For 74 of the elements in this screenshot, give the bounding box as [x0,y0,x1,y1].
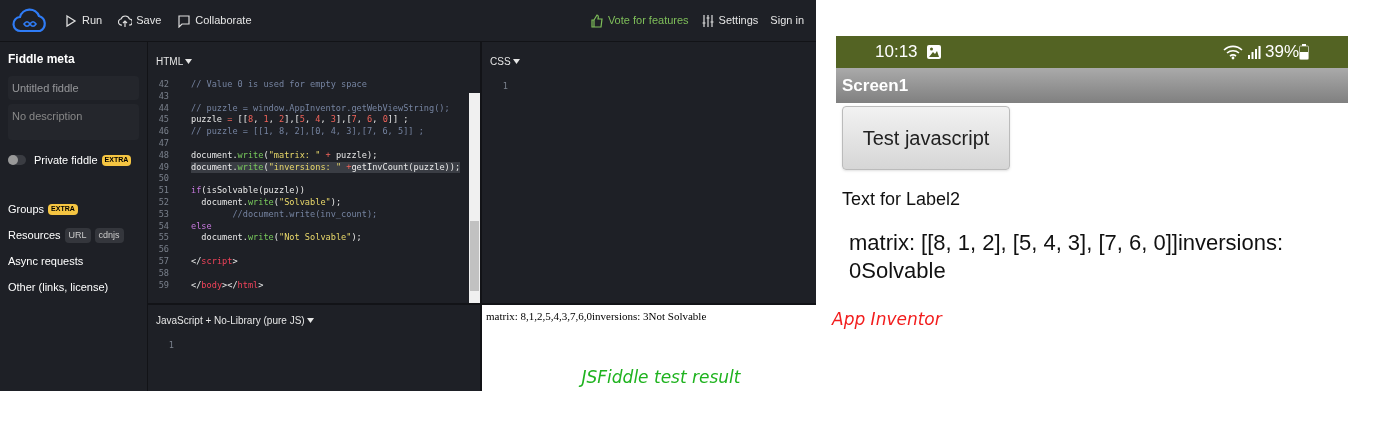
wifi-icon [1222,44,1243,60]
caret-icon [512,58,520,64]
scrollbar[interactable] [469,93,480,303]
description-field[interactable]: No description [8,104,139,140]
thumbs-up-icon [589,13,604,28]
status-time: 10:13 [875,41,918,64]
label-text: Text for Label2 [841,188,962,211]
code-line: if(isSolvable(puzzle)) [191,185,305,197]
app-title-bar: Screen1 [836,68,1348,103]
line-number: 51 [157,185,170,197]
code-line: </script> [191,255,238,268]
save-button[interactable]: Save [118,12,162,29]
collaborate-button[interactable]: Collaborate [177,12,252,29]
sidebar-item[interactable]: Resources [8,227,61,244]
code-line: document.write("Solvable"); [200,196,342,209]
line-number: 52 [157,196,170,209]
line-number: 45 [157,114,170,127]
sidebar-title: Fiddle meta [8,51,76,68]
signal-icon [1246,45,1261,59]
signin-button[interactable]: Sign in [770,12,804,29]
panel-language-menu[interactable]: JavaScript + No-Library (pure JS) [156,312,314,328]
line-number: 50 [157,173,170,186]
image-icon [925,44,942,60]
line-number: 42 [157,79,170,91]
title-field[interactable]: Untitled fiddle [8,76,139,100]
code-line: // puzzle = [[1, 8, 2],[0, 4, 3],[7, 6, 5]] ; [191,126,424,138]
code-line: document.write("Not Solvable"); [200,232,362,245]
cloud-logo-icon [12,7,48,34]
chat-bubble-icon [177,13,192,28]
code-line: // Value 0 is used for empty space [191,79,367,91]
resource-tag[interactable]: cdnjs [94,227,124,244]
code-line: puzzle = [[8, 1, 2],[5, 4, 3],[7, 6, 0]] ; [191,114,409,127]
line-number: 47 [157,138,170,150]
line-number: 56 [157,244,170,256]
cloud-upload-icon [118,13,133,28]
line-number: 55 [157,232,170,245]
annotation-caption: App Inventor [832,308,942,331]
code-line: document.write("matrix: " + puzzle); [191,149,378,162]
caret-icon [185,58,193,64]
code-line: </body></html> [191,279,264,292]
caret-icon [306,317,314,323]
line-number: 59 [157,279,170,292]
panel-language-menu[interactable]: CSS [490,53,520,69]
panel-language-menu[interactable]: HTML [156,53,193,69]
line-number: 49 [157,161,170,174]
play-icon [64,13,78,28]
run-button[interactable]: Run [64,12,103,29]
output-text: matrix: [[8, 1, 2], [5, 4, 3], [7, 6, 0]]inversions: 0Solvable [848,229,1285,285]
sliders-icon [700,13,715,28]
sidebar-item[interactable]: Other (links, license) [8,279,109,296]
line-number: 43 [157,90,170,103]
line-number: 46 [157,126,170,138]
line-number: 1 [167,339,174,352]
code-line: else [191,220,212,233]
line-number: 44 [157,102,170,115]
result-text: matrix: 8,1,2,5,4,3,7,6,0inversions: 3Not Solvable [485,309,708,324]
sidebar-item[interactable]: Groups [8,201,45,218]
toggle-switch[interactable] [8,155,26,166]
resource-tag[interactable]: URL [64,227,91,244]
code-line: //document.write(inv_count); [231,208,378,221]
line-number: 54 [157,220,170,233]
code-line: // puzzle = window.AppInventor.getWebViewString(); [191,102,450,115]
settings-button[interactable]: Settings [700,12,759,29]
line-number: 53 [157,208,170,221]
line-number: 48 [157,149,170,162]
battery-icon [1299,44,1309,60]
sidebar-item[interactable]: Async requests [8,253,84,270]
toggle-label: Private fiddle [34,153,98,168]
line-number: 1 [501,80,508,93]
battery-percent: 39% [1264,41,1299,64]
test-javascript-button[interactable]: Test javascript [842,106,1010,170]
line-number: 57 [157,255,170,268]
line-number: 58 [157,267,170,280]
vote-button[interactable]: Vote for features [589,12,689,29]
